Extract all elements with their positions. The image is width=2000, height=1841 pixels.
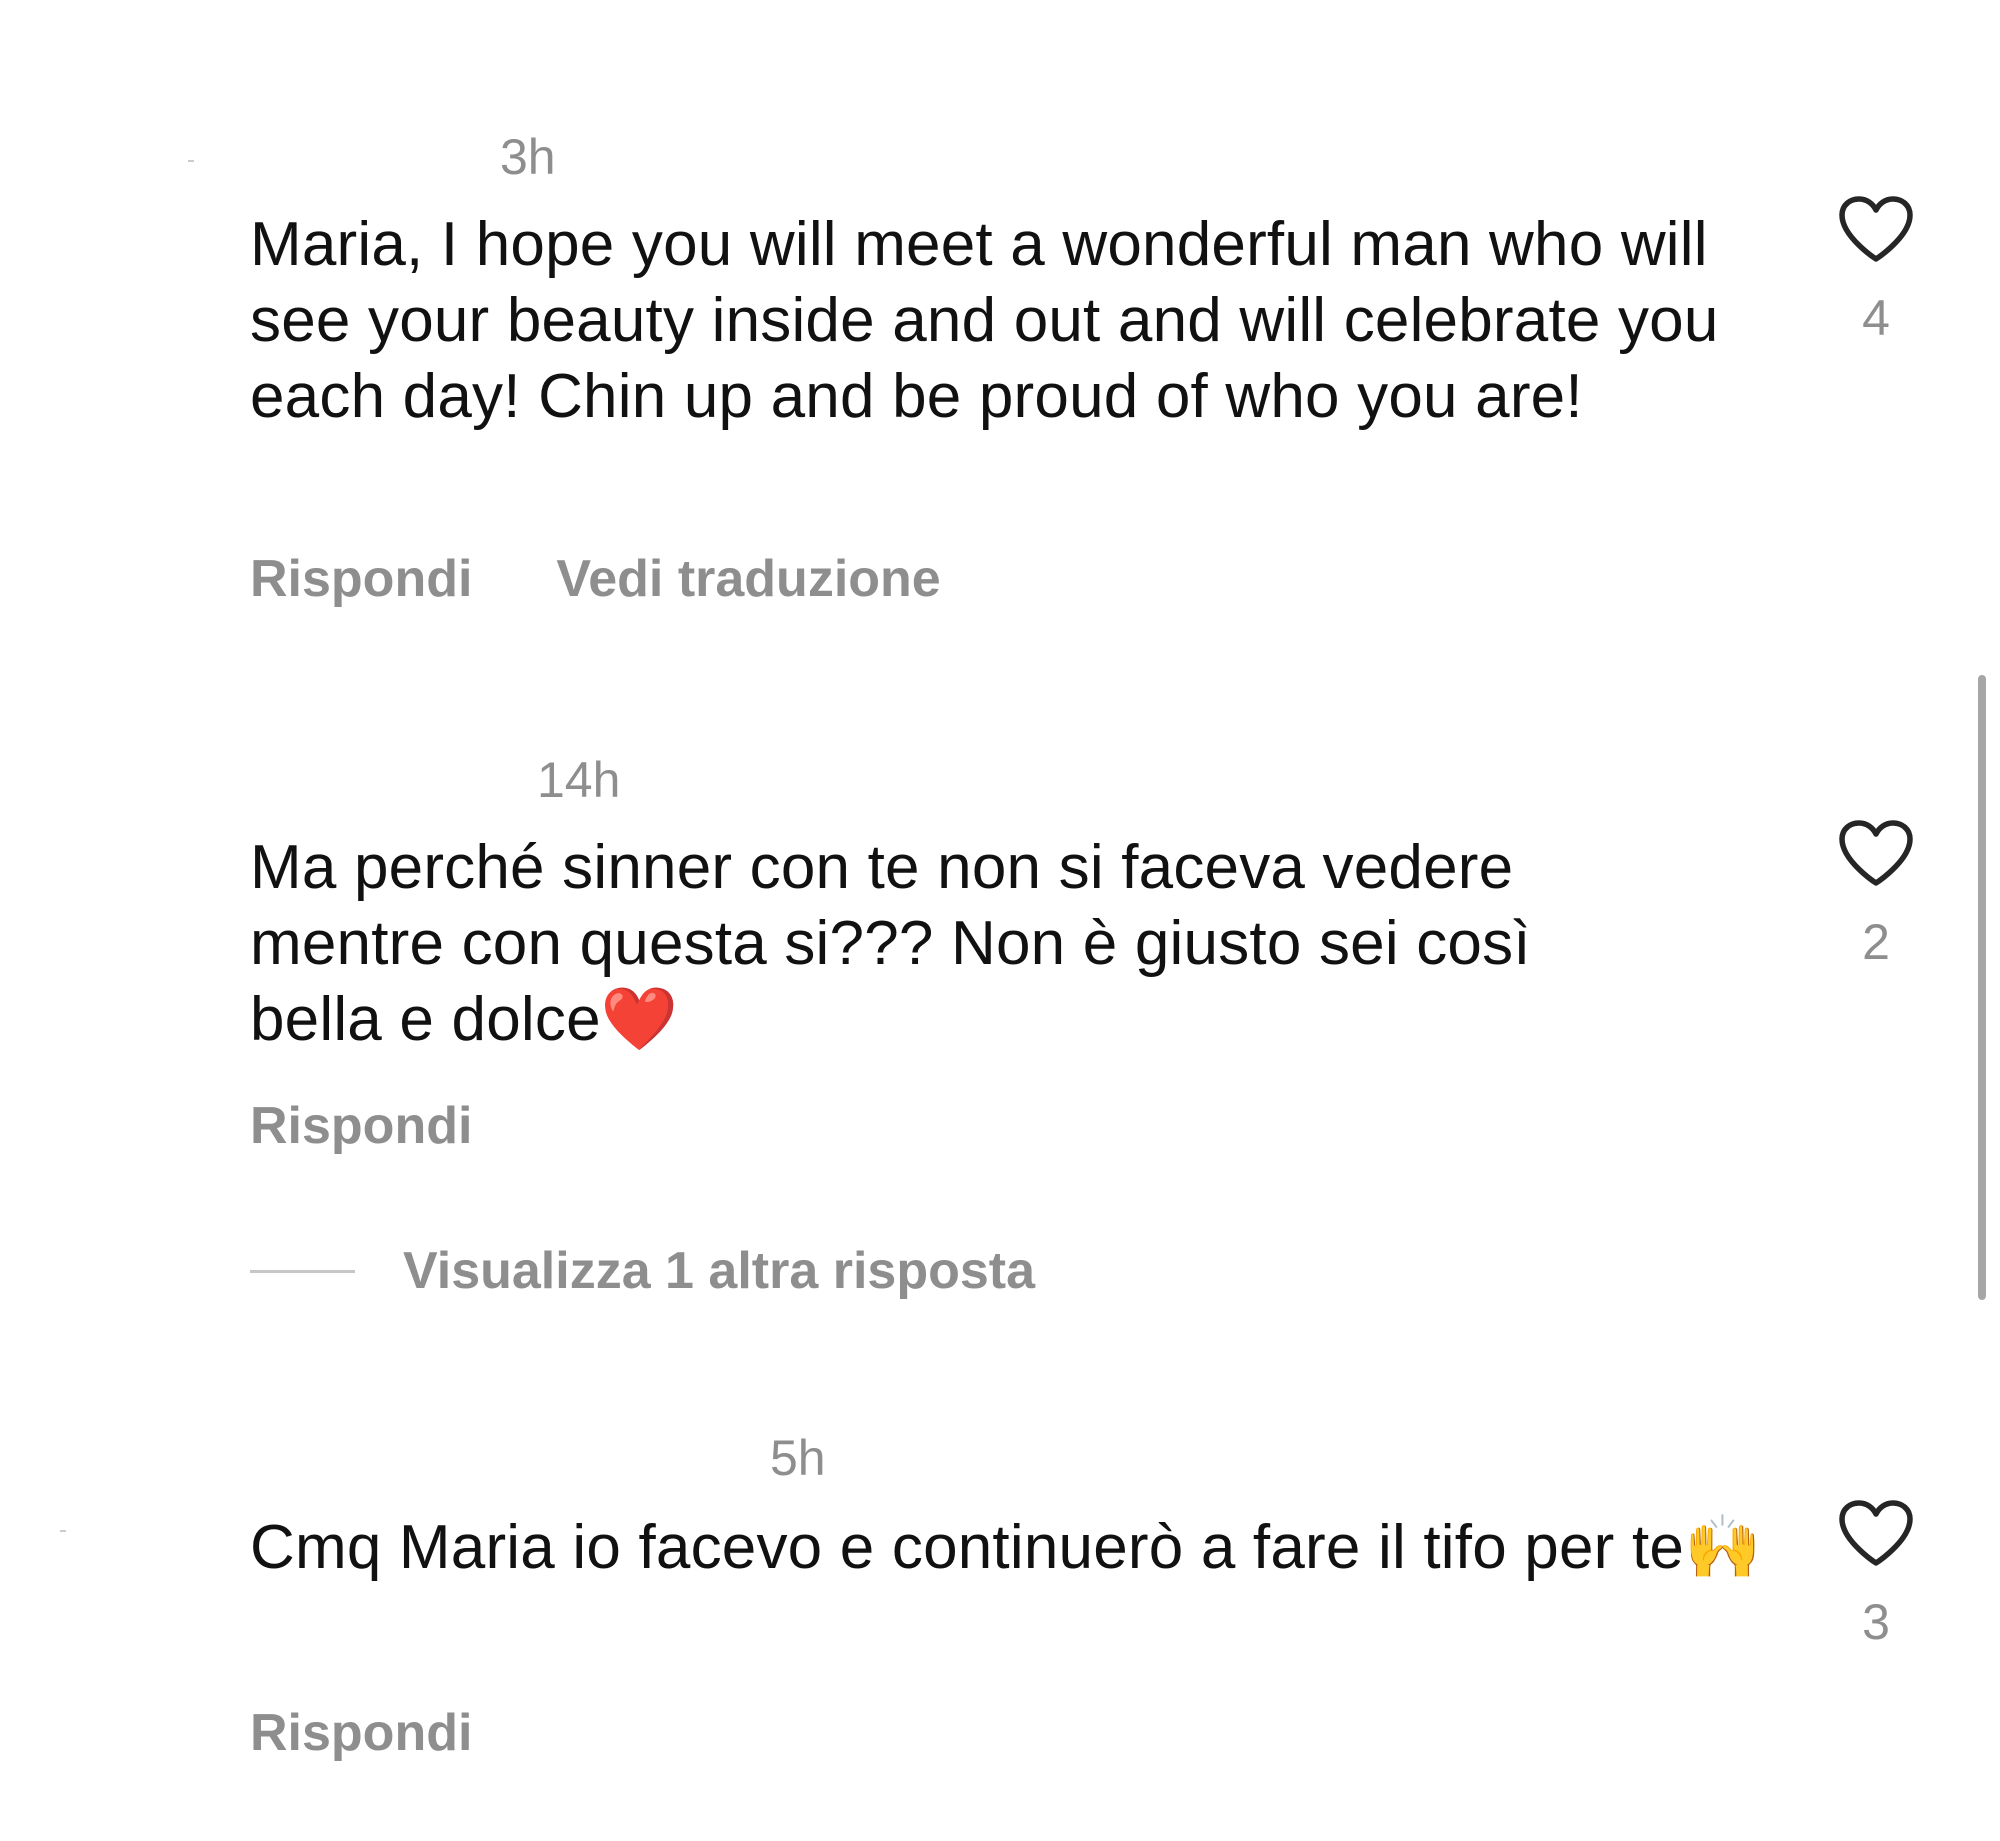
- like-count: 3: [1862, 1594, 1890, 1650]
- heart-outline-icon[interactable]: [1836, 817, 1916, 889]
- view-replies-label: Visualizza 1 altra risposta: [403, 1242, 1035, 1300]
- comment-text: Maria, I hope you will meet a wonderful …: [250, 210, 1736, 431]
- avatar-placeholder: [60, 1530, 66, 1532]
- like-count: 2: [1862, 914, 1890, 970]
- comment-actions: Rispondi: [250, 1707, 472, 1759]
- reply-thread-line: [250, 1269, 355, 1273]
- comment-text: Cmq Maria io facevo e continuerò a fare …: [250, 1513, 1762, 1582]
- reply-button[interactable]: Rispondi: [250, 553, 472, 605]
- comment-actions: Rispondi Vedi traduzione: [250, 553, 941, 605]
- comment-timestamp: 14h: [537, 752, 621, 808]
- comment-timestamp: 3h: [500, 129, 556, 185]
- reply-button[interactable]: Rispondi: [250, 1707, 472, 1759]
- scrollbar[interactable]: [1978, 675, 1986, 1300]
- like-control: 4: [1830, 193, 1922, 343]
- avatar-placeholder: [188, 160, 194, 162]
- heart-outline-icon[interactable]: [1836, 193, 1916, 265]
- comment-text: Ma perché sinner con te non si faceva ve…: [250, 833, 1549, 1054]
- see-translation-button[interactable]: Vedi traduzione: [556, 553, 940, 605]
- comment-timestamp: 5h: [770, 1430, 826, 1486]
- heart-outline-icon[interactable]: [1836, 1497, 1916, 1569]
- like-count: 4: [1862, 290, 1890, 346]
- like-control: 3: [1830, 1497, 1922, 1647]
- reply-button[interactable]: Rispondi: [250, 1100, 472, 1152]
- view-more-replies-button[interactable]: Visualizza 1 altra risposta: [250, 1245, 1035, 1297]
- like-control: 2: [1830, 817, 1922, 967]
- comment-actions: Rispondi: [250, 1100, 472, 1152]
